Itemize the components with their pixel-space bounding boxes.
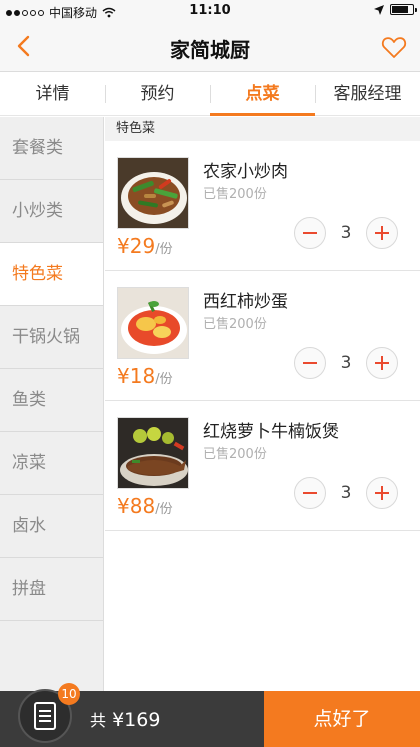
status-time: 11:10 [189, 3, 231, 18]
category-dry-pot[interactable]: 干锅火锅 [0, 306, 103, 369]
nav-bar: 家简城厨 [0, 22, 420, 72]
price-value: ¥18 [117, 364, 156, 388]
category-cold-dishes[interactable]: 凉菜 [0, 432, 103, 495]
price-value: ¥88 [117, 494, 156, 518]
page-title: 家简城厨 [170, 38, 250, 62]
status-bar: 中国移动 11:10 [0, 0, 420, 22]
minus-icon [303, 492, 317, 494]
category-fish[interactable]: 鱼类 [0, 369, 103, 432]
minus-icon [303, 362, 317, 364]
dish-list: 特色菜 农家小炒肉 已售200份 ¥29/份 3 西红柿炒蛋 已售200份 ¥1… [105, 117, 420, 691]
increase-button[interactable] [366, 217, 398, 249]
dish-price: ¥88/份 [117, 494, 173, 518]
decrease-button[interactable] [294, 347, 326, 379]
quantity-value: 3 [340, 353, 352, 373]
price-unit: /份 [155, 372, 173, 387]
dish-item: 农家小炒肉 已售200份 ¥29/份 3 [105, 141, 420, 271]
quantity-value: 3 [340, 223, 352, 243]
category-sidebar: 套餐类 小炒类 特色菜 干锅火锅 鱼类 凉菜 卤水 拼盘 [0, 117, 104, 691]
dish-sold-count: 已售200份 [203, 187, 267, 202]
cart-bar: 10 共 ¥169 点好了 [0, 683, 420, 747]
price-value: ¥29 [117, 234, 156, 258]
total-label: 共 [90, 711, 107, 730]
increase-button[interactable] [366, 347, 398, 379]
dish-image [117, 287, 189, 359]
dish-image [117, 417, 189, 489]
dish-image [117, 157, 189, 229]
cart-count-badge: 10 [58, 683, 80, 705]
dish-name: 红烧萝卜牛楠饭煲 [203, 422, 339, 442]
tab-service-manager[interactable]: 客服经理 [315, 73, 420, 115]
app-screen: 中国移动 11:10 家简城厨 详情 预约 点菜 客服经理 套餐类 小炒类 特色… [0, 0, 420, 747]
tab-details[interactable]: 详情 [0, 73, 105, 115]
dish-sold-count: 已售200份 [203, 447, 267, 462]
price-unit: /份 [155, 242, 173, 257]
quantity-value: 3 [340, 483, 352, 503]
tab-reservation[interactable]: 预约 [105, 73, 210, 115]
minus-icon [303, 232, 317, 234]
submit-order-button[interactable]: 点好了 [264, 691, 420, 747]
location-arrow-icon [374, 4, 384, 15]
status-right [374, 4, 417, 15]
quantity-stepper: 3 [294, 477, 398, 509]
price-unit: /份 [155, 502, 173, 517]
dish-sold-count: 已售200份 [203, 317, 267, 332]
quantity-stepper: 3 [294, 217, 398, 249]
decrease-button[interactable] [294, 217, 326, 249]
section-header: 特色菜 [105, 117, 420, 141]
decrease-button[interactable] [294, 477, 326, 509]
category-set-meal[interactable]: 套餐类 [0, 117, 103, 180]
dish-item: 红烧萝卜牛楠饭煲 已售200份 ¥88/份 3 [105, 401, 420, 531]
increase-button[interactable] [366, 477, 398, 509]
category-specialty[interactable]: 特色菜 [0, 243, 103, 306]
dish-name: 农家小炒肉 [203, 162, 288, 182]
category-platter[interactable]: 拼盘 [0, 558, 103, 621]
heart-icon[interactable] [380, 33, 408, 61]
quantity-stepper: 3 [294, 347, 398, 379]
dish-price: ¥29/份 [117, 234, 173, 258]
cart-total: 共 ¥169 [90, 707, 160, 731]
category-braised[interactable]: 卤水 [0, 495, 103, 558]
dish-price: ¥18/份 [117, 364, 173, 388]
dish-item: 西红柿炒蛋 已售200份 ¥18/份 3 [105, 271, 420, 401]
tab-order[interactable]: 点菜 [210, 73, 315, 116]
dish-name: 西红柿炒蛋 [203, 292, 288, 312]
tab-bar: 详情 预约 点菜 客服经理 [0, 73, 420, 116]
battery-icon [390, 4, 417, 15]
category-stir-fry[interactable]: 小炒类 [0, 180, 103, 243]
total-value: ¥169 [112, 709, 161, 731]
